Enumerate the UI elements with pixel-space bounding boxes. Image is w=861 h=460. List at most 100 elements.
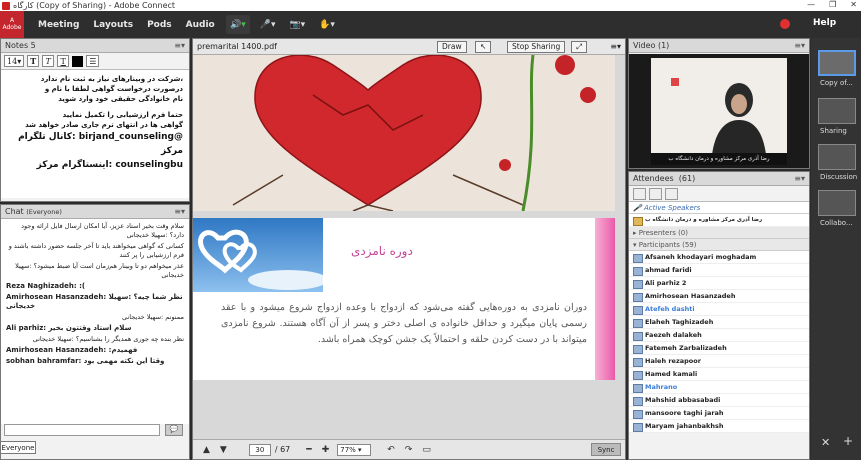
record-icon[interactable] xyxy=(780,19,790,29)
notes-content[interactable]: ،شرکت در وبینارهای نیاز به ثبت نام ندارد… xyxy=(1,70,189,198)
chat-tab-everyone[interactable]: Everyone xyxy=(0,441,36,454)
notes-line: گواهی ها در انتهای ترم جاری صادر خواهد ش… xyxy=(25,121,183,129)
next-page-icon[interactable]: ▼ xyxy=(220,445,227,455)
notes-line: @birjand_counseling :کانال تلگرام مرکز xyxy=(18,132,183,156)
presenters-group[interactable]: ▸ Presenters (0) xyxy=(629,227,809,239)
share-pod: premarital 1400.pdf Draw ↖ Stop Sharing … xyxy=(192,38,626,460)
participant-row[interactable]: Amirhosean Hasanzadeh xyxy=(629,290,809,303)
pod-menu-icon[interactable]: ≡▾ xyxy=(174,207,185,216)
share-footer: ▲ ▼ 30 / 67 ━ ✚ 77% ▾ ↶ ↷ ▭ Sync xyxy=(193,439,625,459)
pod-menu-icon[interactable]: ≡▾ xyxy=(174,41,185,50)
video-caption: رضا آذری مرکز مشاوره و درمان دانشگاه ب xyxy=(651,153,787,165)
undo-icon[interactable]: ↶ xyxy=(387,445,395,455)
bold-icon[interactable]: T xyxy=(27,55,40,67)
menu-pods[interactable]: Pods xyxy=(147,20,172,30)
menu-meeting[interactable]: Meeting xyxy=(38,20,79,30)
stop-sharing-button[interactable]: Stop Sharing xyxy=(507,41,566,53)
chat-message: Reza Naghizadeh: :( xyxy=(6,282,86,290)
chat-input[interactable] xyxy=(4,424,160,436)
notes-toolbar: 14 ▾ T T T ☰ xyxy=(1,53,189,70)
participant-row[interactable]: Haleh rezapoor xyxy=(629,355,809,368)
underline-icon[interactable]: T xyxy=(57,55,70,67)
participants-group[interactable]: ▾ Participants (59) xyxy=(629,239,809,251)
layout-thumb-discussion[interactable] xyxy=(818,144,856,170)
raise-hand-icon[interactable]: ✋▾ xyxy=(315,15,339,34)
notes-line: ،شرکت در وبینارهای نیاز به ثبت نام ندارد xyxy=(40,75,183,83)
layout-thumb-collaboration[interactable] xyxy=(818,190,856,216)
cloud-hearts-image xyxy=(198,229,328,290)
fit-width-icon[interactable]: ▭ xyxy=(422,445,431,455)
add-layout-icon[interactable]: + xyxy=(843,434,853,448)
pointer-icon[interactable]: ↖ xyxy=(475,41,492,53)
menu-audio[interactable]: Audio xyxy=(186,20,215,30)
participant-row[interactable]: Maryam jahanbakhsh xyxy=(629,420,809,433)
participant-row[interactable]: Mahrano xyxy=(629,381,809,394)
layout-thumb-copy[interactable] xyxy=(818,50,856,76)
zoom-out-icon[interactable]: ━ xyxy=(306,445,311,455)
status-view-icon[interactable] xyxy=(665,187,678,200)
app-icon xyxy=(2,1,10,10)
participant-row[interactable]: Atefeh dashti xyxy=(629,303,809,316)
prev-page-icon[interactable]: ▲ xyxy=(203,445,210,455)
redo-icon[interactable]: ↷ xyxy=(405,445,413,455)
font-size-select[interactable]: 14 ▾ xyxy=(4,55,25,67)
layout-label: Copy of... xyxy=(820,79,853,87)
zoom-in-icon[interactable]: ✚ xyxy=(322,445,330,455)
sync-button[interactable]: Sync xyxy=(591,443,621,456)
maximize-button[interactable]: ❐ xyxy=(829,0,836,9)
minimize-button[interactable]: — xyxy=(807,0,815,9)
notes-title: Notes 5 xyxy=(5,41,36,50)
page-total: / 67 xyxy=(274,445,291,454)
italic-icon[interactable]: T xyxy=(42,55,55,67)
video-area: رضا آذری مرکز مشاوره و درمان دانشگاه ب xyxy=(629,54,809,168)
notes-header: Notes 5 ≡▾ xyxy=(1,39,189,53)
participant-row[interactable]: Elaheh Taghizadeh xyxy=(629,316,809,329)
active-speaker-row[interactable]: رضا آذری مرکز مشاوره و درمان دانشگاه ب xyxy=(629,214,809,227)
layout-label: Discussion xyxy=(820,173,858,181)
participant-row[interactable]: Afsaneh khodayari moghadam xyxy=(629,251,809,264)
slide-title: دوره نامزدی xyxy=(351,244,413,258)
chat-message: سلام وقت بخیر استاد عزیز، آیا امکان ارسا… xyxy=(21,222,184,239)
participant-row[interactable]: Hamed kamali xyxy=(629,368,809,381)
send-icon[interactable]: 💬 xyxy=(165,424,183,436)
text-color-icon[interactable] xyxy=(72,55,84,67)
draw-button[interactable]: Draw xyxy=(437,41,467,53)
participant-row[interactable]: Fatemeh Zarbalizadeh xyxy=(629,342,809,355)
notes-line: حتما فرم ارزشیابی را تکمیل نمایید xyxy=(62,111,183,119)
participant-row[interactable]: Ali parhiz 2 xyxy=(629,277,809,290)
page-number-input[interactable]: 30 xyxy=(248,443,271,456)
close-layouts-icon[interactable]: ✕ xyxy=(821,436,830,449)
breakout-icon[interactable] xyxy=(649,187,662,200)
camera-icon[interactable]: 📷▾ xyxy=(285,15,309,34)
list-icon[interactable]: ☰ xyxy=(86,55,100,67)
chat-message: ممنونم :سهیلا خدیجانی xyxy=(122,313,184,321)
participant-row[interactable]: ahmad faridi xyxy=(629,264,809,277)
attendees-count: (61) xyxy=(678,174,696,183)
slide-body-text: دوران نامزدی به دوره‌هایی گفته می‌شود که… xyxy=(221,302,587,345)
zoom-select[interactable]: 77% ▾ xyxy=(337,443,372,456)
layout-thumb-sharing[interactable] xyxy=(818,98,856,124)
list-view-icon[interactable] xyxy=(633,187,646,200)
microphone-icon[interactable]: 🎤▾ xyxy=(256,15,280,34)
video-count: (1) xyxy=(657,41,670,50)
pod-menu-icon[interactable]: ≡▾ xyxy=(610,42,621,51)
adobe-logo: A Adobe xyxy=(0,11,24,38)
participant-row[interactable]: mansoore taghi jarah xyxy=(629,407,809,420)
window-title: کارگاه (Copy of Sharing) - Adobe Connect xyxy=(13,1,176,10)
video-title: Video xyxy=(633,41,656,50)
help-menu[interactable]: Help xyxy=(813,18,836,28)
participant-row[interactable]: Mahshid abbasabadi xyxy=(629,394,809,407)
participant-row[interactable]: Faezeh dalakeh xyxy=(629,329,809,342)
pod-menu-icon[interactable]: ≡▾ xyxy=(794,41,805,50)
fullscreen-icon[interactable]: ⤢ xyxy=(571,41,587,53)
pod-menu-icon[interactable]: ≡▾ xyxy=(794,174,805,183)
attendees-title: Attendees xyxy=(633,174,674,183)
chat-message: Amirhosean Hasanzadeh: نظر شما چیه؟ :سهی… xyxy=(6,293,183,310)
layout-label: Collabo... xyxy=(820,219,853,227)
menu-layouts[interactable]: Layouts xyxy=(93,20,133,30)
attendees-pod: Attendees (61) ≡▾ 🎤 Active Speakers رضا … xyxy=(628,171,810,460)
speaker-icon[interactable]: 🔊▾ xyxy=(226,15,250,34)
close-button[interactable]: ✕ xyxy=(850,0,857,9)
slide-heart-image xyxy=(193,55,615,211)
notes-line: counselingbu :اینستاگرام مرکز xyxy=(36,160,183,170)
